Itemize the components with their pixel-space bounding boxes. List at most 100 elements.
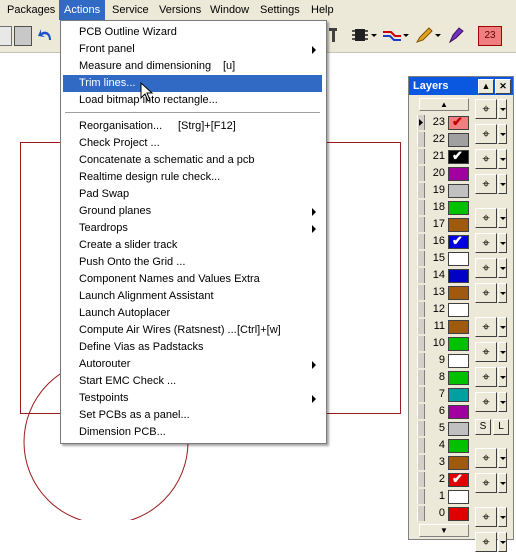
- layer-visibility-toggle-icon[interactable]: ⌖: [475, 392, 497, 412]
- menu-item-teardrops[interactable]: Teardrops: [63, 220, 322, 237]
- layer-visibility-dropdown[interactable]: [498, 367, 507, 387]
- layer-color-swatch[interactable]: [448, 354, 469, 368]
- layer-row-10[interactable]: 10: [413, 335, 477, 352]
- layer-select-handle[interactable]: [417, 319, 425, 334]
- layer-row-17[interactable]: 17: [413, 216, 477, 233]
- layer-row-8[interactable]: 8: [413, 369, 477, 386]
- layer-row-15[interactable]: 15: [413, 250, 477, 267]
- pen-tool-icon[interactable]: [414, 25, 434, 45]
- layer-visibility-toggle-icon[interactable]: ⌖: [475, 99, 497, 119]
- layer-select-handle[interactable]: [417, 336, 425, 351]
- menu-item-pcb-outline-wizard[interactable]: PCB Outline Wizard: [63, 24, 322, 41]
- layer-visibility-dropdown[interactable]: [498, 283, 507, 303]
- brush-tool-icon[interactable]: [446, 25, 466, 45]
- collapse-panel-button[interactable]: ▲: [478, 79, 494, 94]
- layer-select-handle[interactable]: [417, 251, 425, 266]
- active-layer-badge[interactable]: 23: [478, 26, 502, 46]
- layer-visibility-toggle-icon[interactable]: ⌖: [475, 283, 497, 303]
- layer-visibility-toggle-icon[interactable]: ⌖: [475, 317, 497, 337]
- layer-visibility-toggle-icon[interactable]: ⌖: [475, 367, 497, 387]
- menu-item-alignment-assistant[interactable]: Launch Alignment Assistant: [63, 288, 322, 305]
- layer-color-swatch[interactable]: [448, 490, 469, 504]
- layer-color-swatch[interactable]: [448, 388, 469, 402]
- layer-row-14[interactable]: 14: [413, 267, 477, 284]
- layer-select-handle[interactable]: [417, 489, 425, 504]
- menu-item-pcb-panel[interactable]: Set PCBs as a panel...: [63, 407, 322, 424]
- layer-row-13[interactable]: 13: [413, 284, 477, 301]
- layer-row-16[interactable]: 16 ✔: [413, 233, 477, 250]
- menu-item-autorouter[interactable]: Autorouter: [63, 356, 322, 373]
- menu-item-component-names[interactable]: Component Names and Values Extra: [63, 271, 322, 288]
- layer-color-swatch[interactable]: ✔: [448, 472, 469, 487]
- layer-visibility-toggle-icon[interactable]: ⌖: [475, 448, 497, 468]
- layer-visibility-dropdown[interactable]: [498, 342, 507, 362]
- layer-select-handle[interactable]: [417, 506, 425, 521]
- layer-row-6[interactable]: 6: [413, 403, 477, 420]
- layer-select-handle[interactable]: [417, 183, 425, 198]
- layer-select-handle[interactable]: [417, 353, 425, 368]
- menu-item-reorganisation[interactable]: Reorganisation... [Strg]+[F12]: [63, 118, 322, 135]
- undo-icon[interactable]: [36, 25, 56, 45]
- layer-visibility-dropdown[interactable]: [498, 124, 507, 144]
- layer-color-swatch[interactable]: [448, 371, 469, 385]
- layer-visibility-dropdown[interactable]: [498, 233, 507, 253]
- layer-select-handle[interactable]: [417, 200, 425, 215]
- clipboard-icon[interactable]: [14, 26, 32, 46]
- layer-visibility-dropdown[interactable]: [498, 507, 507, 527]
- component-icon[interactable]: [350, 25, 370, 45]
- track-dropdown-icon[interactable]: [402, 25, 410, 45]
- layer-color-swatch[interactable]: [448, 167, 469, 181]
- menu-window[interactable]: Window: [205, 0, 254, 20]
- menu-item-drc[interactable]: Realtime design rule check...: [63, 169, 322, 186]
- layer-color-swatch[interactable]: ✔: [448, 115, 469, 130]
- layer-select-handle[interactable]: [417, 404, 425, 419]
- layer-row-7[interactable]: 7: [413, 386, 477, 403]
- menu-settings[interactable]: Settings: [255, 0, 305, 20]
- menu-help[interactable]: Help: [306, 0, 339, 20]
- layer-color-swatch[interactable]: [448, 252, 469, 266]
- menu-actions[interactable]: Actions: [59, 0, 106, 20]
- layer-visibility-toggle-icon[interactable]: ⌖: [475, 342, 497, 362]
- menu-item-load-bitmap[interactable]: Load bitmap into rectangle...: [63, 92, 322, 109]
- layer-color-swatch[interactable]: [448, 405, 469, 419]
- component-dropdown-icon[interactable]: [370, 25, 378, 45]
- layer-select-handle[interactable]: [417, 115, 425, 130]
- layer-row-11[interactable]: 11: [413, 318, 477, 335]
- layer-visibility-dropdown[interactable]: [498, 99, 507, 119]
- layer-select-handle[interactable]: [417, 217, 425, 232]
- layer-row-21[interactable]: 21 ✔: [413, 148, 477, 165]
- layer-select-handle[interactable]: [417, 285, 425, 300]
- layer-row-4[interactable]: 4: [413, 437, 477, 454]
- menu-item-emc-check[interactable]: Start EMC Check ...: [63, 373, 322, 390]
- menu-item-front-panel[interactable]: Front panel: [63, 41, 322, 58]
- layer-color-swatch[interactable]: [448, 507, 469, 521]
- layer-row-9[interactable]: 9: [413, 352, 477, 369]
- layer-color-swatch[interactable]: ✔: [448, 149, 469, 164]
- layer-row-2[interactable]: 2 ✔: [413, 471, 477, 488]
- layer-row-12[interactable]: 12: [413, 301, 477, 318]
- menu-item-measure[interactable]: Measure and dimensioning [u]: [63, 58, 322, 75]
- layer-color-swatch[interactable]: [448, 184, 469, 198]
- layer-select-handle[interactable]: [417, 302, 425, 317]
- pen-dropdown-icon[interactable]: [434, 25, 442, 45]
- menu-item-trim-lines[interactable]: Trim lines...: [63, 75, 322, 92]
- layer-select-handle[interactable]: [417, 421, 425, 436]
- layer-row-20[interactable]: 20: [413, 165, 477, 182]
- layer-select-handle[interactable]: [417, 472, 425, 487]
- menu-item-concatenate[interactable]: Concatenate a schematic and a pcb: [63, 152, 322, 169]
- layer-visibility-dropdown[interactable]: [498, 448, 507, 468]
- layer-visibility-toggle-icon[interactable]: ⌖: [475, 507, 497, 527]
- layer-color-swatch[interactable]: [448, 456, 469, 470]
- layer-row-1[interactable]: 1: [413, 488, 477, 505]
- menu-packages[interactable]: Packages: [2, 0, 60, 20]
- layer-visibility-dropdown[interactable]: [498, 532, 507, 552]
- layer-select-handle[interactable]: [417, 370, 425, 385]
- layer-visibility-toggle-icon[interactable]: ⌖: [475, 174, 497, 194]
- layer-visibility-dropdown[interactable]: [498, 258, 507, 278]
- menu-service[interactable]: Service: [107, 0, 154, 20]
- new-document-icon[interactable]: [0, 26, 12, 46]
- layer-select-handle[interactable]: [417, 438, 425, 453]
- layer-select-handle[interactable]: [417, 149, 425, 164]
- layer-color-swatch[interactable]: [448, 286, 469, 300]
- layer-row-3[interactable]: 3: [413, 454, 477, 471]
